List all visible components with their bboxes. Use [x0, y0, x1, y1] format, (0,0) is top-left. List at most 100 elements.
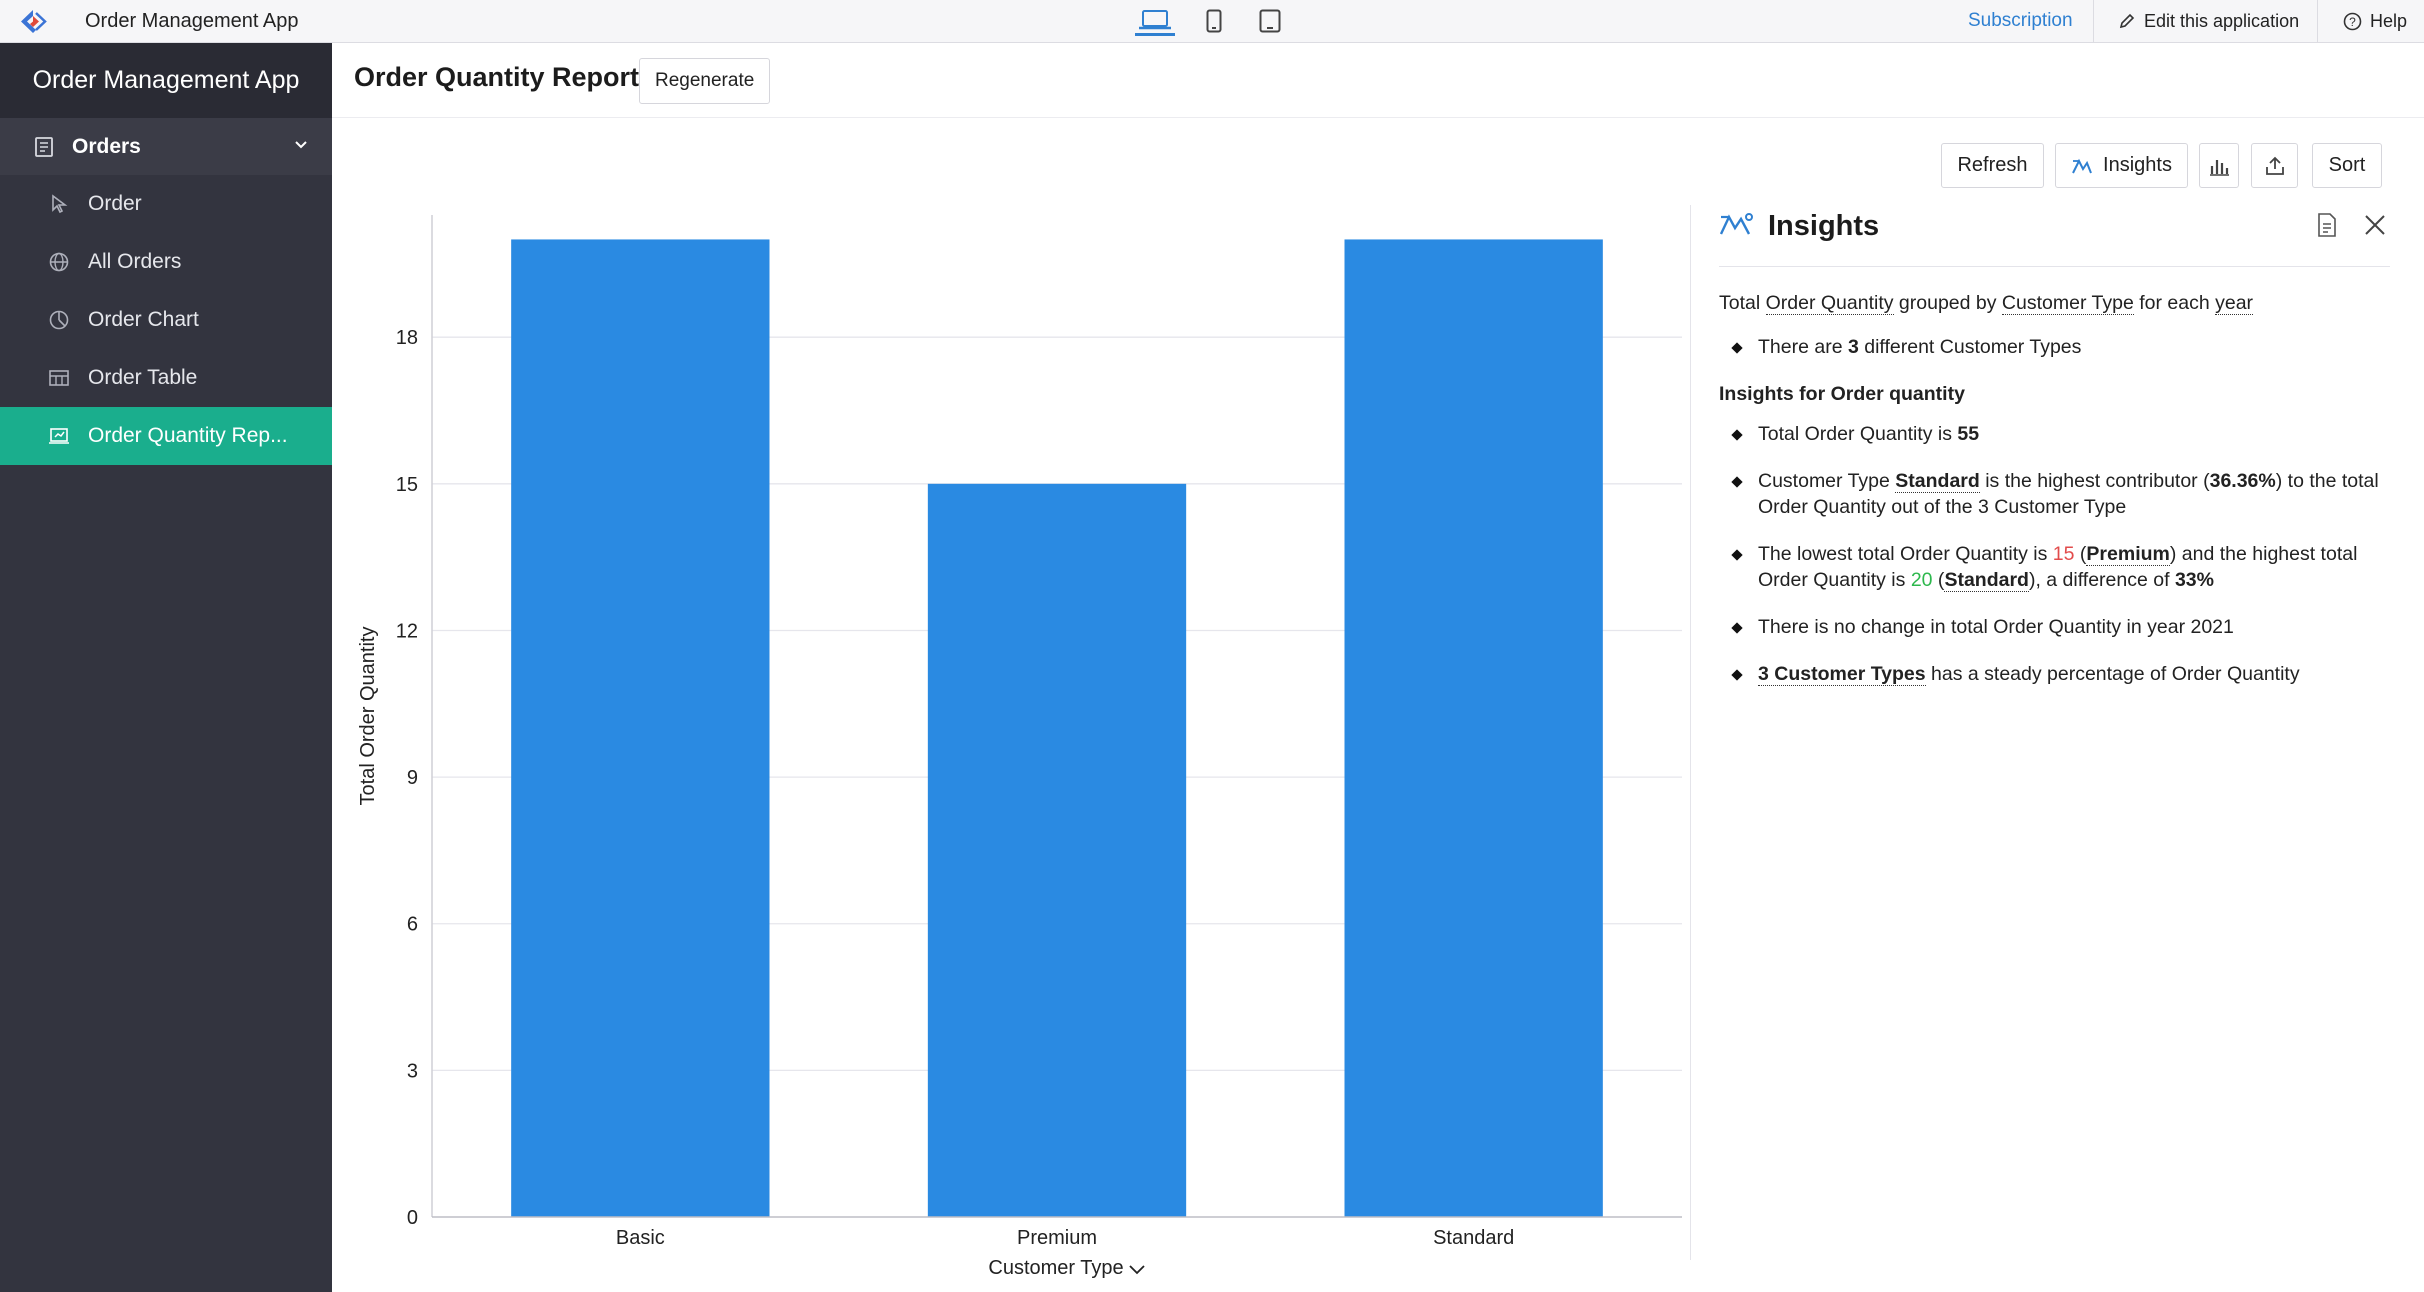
chart-y-ticks: 0 3 6 9 12 15 18: [396, 327, 418, 1229]
cursor-icon: [48, 193, 70, 215]
export-button[interactable]: [2251, 143, 2298, 188]
insight-item: Total Order Quantity is 55: [1719, 421, 2379, 447]
high-value: 20: [1910, 569, 1933, 591]
sidebar-item-all-orders[interactable]: All Orders: [0, 233, 332, 291]
divider: [2317, 0, 2318, 42]
insight-item: 3 Customer Types has a steady percentage…: [1719, 661, 2379, 687]
sidebar-item-order[interactable]: Order: [0, 175, 332, 233]
page-title: Order Quantity Report: [354, 62, 640, 92]
text: The lowest total Order Quantity is: [1758, 543, 2053, 565]
close-icon[interactable]: [2362, 212, 2388, 238]
laptop-icon[interactable]: [1135, 6, 1175, 36]
sort-button[interactable]: Sort: [2312, 143, 2382, 188]
category-link[interactable]: Premium: [2086, 543, 2170, 566]
sidebar-app-title: Order Management App: [0, 43, 332, 118]
sidebar-item-label: All Orders: [88, 250, 182, 273]
divider: [2093, 0, 2094, 42]
x-tick-label: Basic: [616, 1227, 665, 1249]
insights-subheading: Insights for Order quantity: [1719, 383, 1965, 405]
bar-chart: 0 3 6 9 12 15 18 Basic Premium Standard Total Or…: [357, 215, 1682, 1279]
x-tick-label: Standard: [1433, 1227, 1514, 1249]
pencil-icon: [2119, 13, 2135, 29]
sidebar: Order Management App Orders Order All Or…: [0, 43, 332, 1292]
pie-chart-icon: [48, 309, 70, 331]
sidebar-section-orders[interactable]: Orders: [0, 118, 332, 175]
insights-button-label: Insights: [2103, 154, 2172, 176]
chevron-down-icon: [295, 141, 307, 149]
help-label: Help: [2370, 10, 2408, 31]
insights-title: Insights: [1768, 210, 1880, 242]
x-tick-label: Premium: [1017, 1227, 1097, 1249]
measure-link[interactable]: Order Quantity: [1765, 292, 1894, 315]
svg-text:?: ?: [2349, 15, 2356, 29]
chart-bars: [511, 239, 1603, 1218]
text: for each: [2133, 292, 2216, 314]
insight-item: There are 3 different Customer Types: [1719, 334, 2379, 360]
insights-body: Total Order Quantity grouped by Customer…: [1719, 290, 2379, 708]
text: different Customer Types: [1858, 336, 2082, 358]
chart-type-button[interactable]: [2199, 143, 2239, 188]
text: Total Order Quantity is: [1758, 423, 1958, 445]
bar-chart-icon: [2210, 159, 2229, 176]
text: is the highest contributor (: [1979, 470, 2210, 492]
category-link[interactable]: Standard: [1944, 569, 2029, 592]
document-icon[interactable]: [2316, 212, 2338, 238]
y-tick-label: 9: [407, 767, 418, 789]
edit-application-label: Edit this application: [2144, 10, 2300, 31]
text: There are: [1758, 336, 1848, 358]
export-icon: [2265, 156, 2284, 175]
tablet-icon[interactable]: [1258, 6, 1282, 36]
period-link[interactable]: year: [2215, 292, 2254, 315]
refresh-button[interactable]: Refresh: [1941, 143, 2044, 188]
bar-basic[interactable]: [511, 239, 770, 1217]
dimension-link[interactable]: Customer Type: [2001, 292, 2134, 315]
help-circle-icon: ?: [2343, 12, 2362, 30]
category-link[interactable]: Standard: [1895, 470, 1980, 493]
y-tick-label: 12: [396, 620, 418, 642]
insight-item: There is no change in total Order Quanti…: [1719, 614, 2379, 640]
x-axis-label-dropdown[interactable]: Customer Type: [988, 1257, 1145, 1279]
text: Customer Type: [1758, 470, 1896, 492]
bar-standard[interactable]: [1344, 239, 1603, 1217]
insights-panel: Insights Total Order Quantity grouped by…: [1690, 205, 2390, 1260]
insights-header: Insights: [1719, 205, 2390, 267]
chart-x-ticks: Basic Premium Standard: [616, 1227, 1514, 1249]
insight-item: Customer Type Standard is the highest co…: [1719, 468, 2379, 520]
insights-button[interactable]: Insights: [2055, 143, 2188, 188]
category-link[interactable]: 3 Customer Types: [1758, 663, 1926, 686]
chevron-down-icon: [1129, 1265, 1145, 1275]
app-title: Order Management App: [85, 10, 299, 32]
edit-application-button[interactable]: Edit this application: [2118, 0, 2299, 42]
sidebar-item-order-chart[interactable]: Order Chart: [0, 291, 332, 349]
report-icon: [48, 425, 70, 447]
subscription-link[interactable]: Subscription: [1968, 10, 2073, 32]
value: 55: [1957, 423, 1980, 445]
text: grouped by: [1893, 292, 2002, 314]
y-tick-label: 3: [407, 1060, 418, 1082]
globe-icon: [48, 251, 70, 273]
y-tick-label: 15: [396, 474, 418, 496]
help-button[interactable]: ? Help: [2343, 0, 2407, 42]
y-tick-label: 0: [407, 1207, 418, 1229]
bar-premium[interactable]: [927, 483, 1187, 1218]
insights-intro: Total Order Quantity grouped by Customer…: [1719, 290, 2379, 316]
form-icon: [34, 136, 56, 158]
page-header: Order Quantity Report Regenerate: [332, 43, 2424, 118]
low-value: 15: [2052, 543, 2075, 565]
text: (: [1932, 569, 1945, 591]
app-logo-icon[interactable]: [18, 8, 48, 35]
sidebar-item-label: Order Table: [88, 366, 198, 389]
mobile-icon[interactable]: [1203, 6, 1225, 36]
regenerate-button[interactable]: Regenerate: [639, 58, 771, 104]
y-tick-label: 6: [407, 914, 418, 936]
sidebar-item-order-table[interactable]: Order Table: [0, 349, 332, 407]
sidebar-item-order-quantity-report[interactable]: Order Quantity Rep...: [0, 407, 332, 465]
sidebar-item-label: Order Quantity Rep...: [88, 424, 288, 447]
insights-icon: [2072, 158, 2092, 173]
value: 3: [1847, 336, 1859, 358]
sidebar-item-label: Order Chart: [88, 308, 199, 331]
table-icon: [48, 367, 70, 389]
value: 33%: [2174, 569, 2214, 591]
insights-icon: [1719, 213, 1753, 235]
text: ), a difference of: [2028, 569, 2175, 591]
